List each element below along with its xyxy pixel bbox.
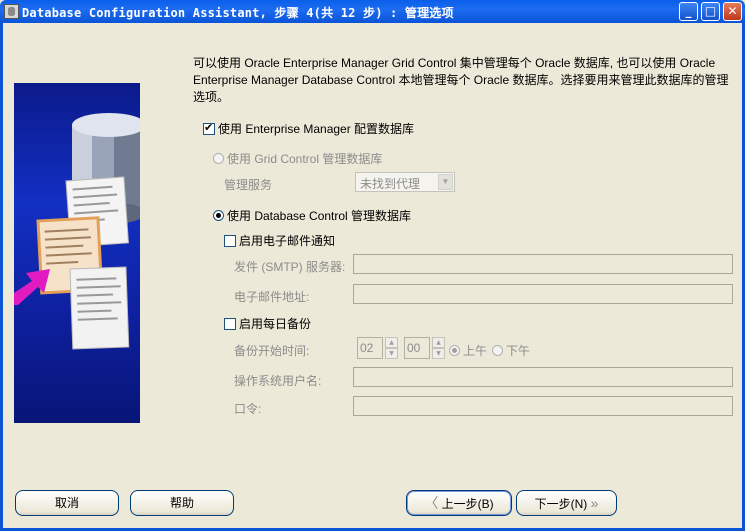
- spin-down-icon[interactable]: ▼: [432, 348, 445, 359]
- chevron-down-icon: ▼: [438, 174, 453, 190]
- backup-hour-input[interactable]: 02: [357, 337, 383, 359]
- back-button[interactable]: 〈 上一步(B): [406, 490, 512, 516]
- chevron-left-icon: 〈: [424, 495, 439, 511]
- am-radio[interactable]: [449, 345, 460, 356]
- os-user-label: 操作系统用户名:: [234, 374, 322, 388]
- smtp-server-field[interactable]: [353, 254, 733, 274]
- chevron-right-icon: »: [590, 495, 599, 511]
- am-option[interactable]: 上午: [449, 342, 487, 359]
- wizard-illustration: [14, 83, 140, 423]
- db-control-option[interactable]: 使用 Database Control 管理数据库: [213, 207, 411, 224]
- email-address-label: 电子邮件地址:: [234, 290, 310, 304]
- email-address-field[interactable]: [353, 284, 733, 304]
- help-button[interactable]: 帮助: [130, 490, 234, 516]
- title-bar[interactable]: Database Configuration Assistant, 步骤 4(共…: [0, 0, 745, 23]
- grid-control-label: 使用 Grid Control 管理数据库: [227, 152, 383, 166]
- spin-up-icon[interactable]: ▲: [432, 337, 445, 348]
- em-config-label: 使用 Enterprise Manager 配置数据库: [218, 122, 415, 136]
- email-notify-label: 启用电子邮件通知: [239, 234, 336, 248]
- grid-control-option[interactable]: 使用 Grid Control 管理数据库: [213, 150, 382, 167]
- cancel-button[interactable]: 取消: [15, 490, 119, 516]
- em-config-checkbox[interactable]: [203, 121, 215, 135]
- backup-minute-input[interactable]: 00: [404, 337, 430, 359]
- window-title: Database Configuration Assistant, 步骤 4(共…: [22, 6, 454, 20]
- backup-minute-spinner[interactable]: ▲ ▼: [432, 337, 445, 359]
- password-label: 口令:: [234, 402, 262, 416]
- pm-radio[interactable]: [492, 345, 503, 356]
- pm-option[interactable]: 下午: [492, 342, 530, 359]
- spin-down-icon[interactable]: ▼: [385, 348, 398, 359]
- smtp-server-label: 发件 (SMTP) 服务器:: [234, 260, 346, 274]
- next-button-label: 下一步(N): [534, 497, 588, 511]
- password-field[interactable]: [353, 396, 733, 416]
- next-button[interactable]: 下一步(N) »: [516, 490, 617, 516]
- spin-up-icon[interactable]: ▲: [385, 337, 398, 348]
- backup-hour-spinner[interactable]: ▲ ▼: [385, 337, 398, 359]
- pm-label: 下午: [506, 344, 531, 358]
- database-documents-illustration: [14, 113, 140, 350]
- db-control-radio[interactable]: [213, 210, 224, 221]
- db-control-label: 使用 Database Control 管理数据库: [227, 209, 412, 223]
- grid-control-radio[interactable]: [213, 153, 224, 164]
- email-notify-option[interactable]: 启用电子邮件通知: [224, 232, 335, 249]
- database-icon: [4, 4, 19, 19]
- daily-backup-checkbox[interactable]: [224, 318, 236, 330]
- close-button[interactable]: ✕: [723, 2, 742, 21]
- email-notify-checkbox[interactable]: [224, 235, 236, 247]
- mgmt-service-value: 未找到代理: [360, 177, 421, 191]
- os-user-field[interactable]: [353, 367, 733, 387]
- mgmt-service-select[interactable]: 未找到代理 ▼: [355, 172, 455, 192]
- em-config-option[interactable]: 使用 Enterprise Manager 配置数据库: [203, 120, 414, 137]
- back-button-label: 上一步(B): [441, 497, 494, 511]
- mgmt-service-label: 管理服务: [224, 178, 273, 192]
- daily-backup-option[interactable]: 启用每日备份: [224, 315, 311, 332]
- minimize-button[interactable]: _: [679, 2, 698, 21]
- daily-backup-label: 启用每日备份: [239, 317, 312, 331]
- maximize-button[interactable]: □: [701, 2, 720, 21]
- am-label: 上午: [463, 344, 488, 358]
- backup-start-time-label: 备份开始时间:: [234, 344, 310, 358]
- intro-text: 可以使用 Oracle Enterprise Manager Grid Cont…: [193, 56, 729, 104]
